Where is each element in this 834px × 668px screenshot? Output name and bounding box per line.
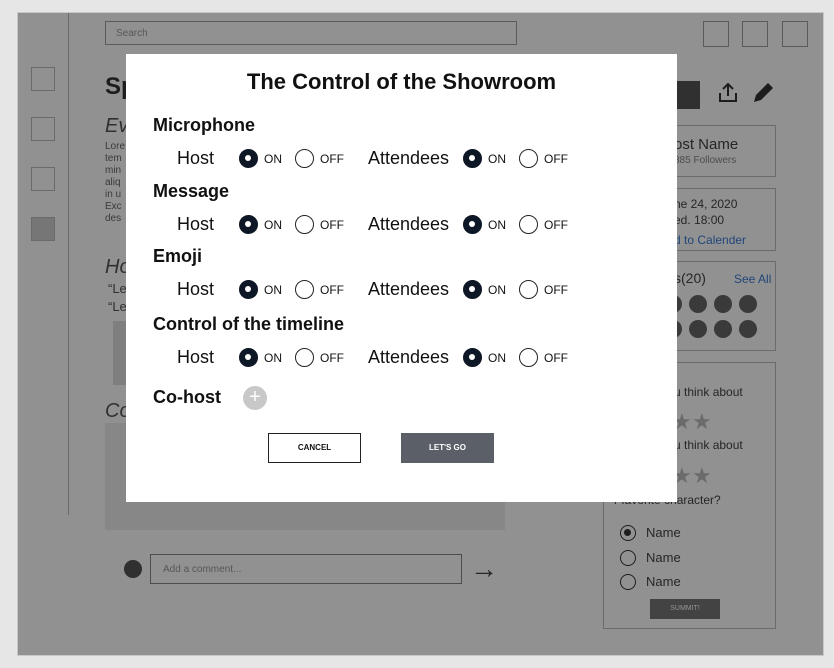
on-label: ON [488, 218, 506, 232]
emoji-attendees-on-radio[interactable] [463, 280, 482, 299]
off-label: OFF [544, 283, 568, 297]
emoji-host-on-radio[interactable] [239, 280, 258, 299]
host-label: Host [177, 279, 215, 299]
message-attendees-off-radio[interactable] [519, 215, 538, 234]
on-label: ON [264, 283, 282, 297]
microphone-host-on-radio[interactable] [239, 149, 258, 168]
on-label: ON [264, 152, 282, 166]
attendees-label: Attendees [368, 148, 450, 168]
attendees-label: Attendees [368, 347, 450, 367]
message-attendees-on-radio[interactable] [463, 215, 482, 234]
host-label: Host [177, 148, 215, 168]
message-host-off-radio[interactable] [295, 215, 314, 234]
emoji-host-off-radio[interactable] [295, 280, 314, 299]
off-label: OFF [320, 218, 344, 232]
microphone-host-off-radio[interactable] [295, 149, 314, 168]
timeline-row: Host ON OFF Attendees ON OFF [126, 345, 677, 369]
timeline-host-off-radio[interactable] [295, 348, 314, 367]
attendees-label: Attendees [368, 214, 450, 234]
section-message: Message [153, 181, 230, 201]
showroom-control-modal: The Control of the Showroom Microphone H… [126, 54, 677, 502]
off-label: OFF [544, 351, 568, 365]
emoji-attendees-off-radio[interactable] [519, 280, 538, 299]
on-label: ON [488, 283, 506, 297]
microphone-row: Host ON OFF Attendees ON OFF [126, 146, 677, 170]
host-label: Host [177, 214, 215, 234]
section-emoji: Emoji [153, 246, 203, 266]
emoji-row: Host ON OFF Attendees ON OFF [126, 277, 677, 301]
on-label: ON [264, 218, 282, 232]
microphone-attendees-off-radio[interactable] [519, 149, 538, 168]
microphone-attendees-on-radio[interactable] [463, 149, 482, 168]
on-label: ON [264, 351, 282, 365]
off-label: OFF [544, 218, 568, 232]
off-label: OFF [320, 351, 344, 365]
page: Search Sp Ev Lore tem min aliq in u Exc … [17, 12, 824, 656]
timeline-attendees-on-radio[interactable] [463, 348, 482, 367]
timeline-attendees-off-radio[interactable] [519, 348, 538, 367]
host-label: Host [177, 347, 215, 367]
section-timeline-control: Control of the timeline [153, 314, 344, 334]
message-host-on-radio[interactable] [239, 215, 258, 234]
lets-go-button[interactable]: LET'S GO [401, 433, 494, 463]
message-row: Host ON OFF Attendees ON OFF [126, 212, 677, 236]
cohost-label: Co-host [153, 387, 221, 407]
on-label: ON [488, 351, 506, 365]
off-label: OFF [320, 283, 344, 297]
cancel-button[interactable]: CANCEL [268, 433, 361, 463]
modal-title: The Control of the Showroom [246, 69, 557, 94]
timeline-host-on-radio[interactable] [239, 348, 258, 367]
on-label: ON [488, 152, 506, 166]
attendees-label: Attendees [368, 279, 450, 299]
off-label: OFF [544, 152, 568, 166]
off-label: OFF [320, 152, 344, 166]
section-microphone: Microphone [153, 115, 255, 135]
add-cohost-button[interactable]: + [243, 386, 267, 410]
